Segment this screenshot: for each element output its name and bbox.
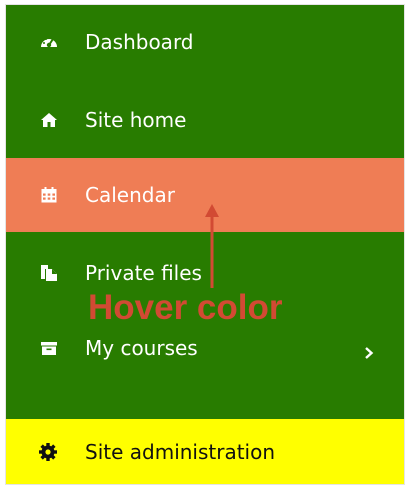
arrow-up-icon <box>205 204 219 288</box>
hover-color-annotation: Hover color <box>88 288 283 327</box>
